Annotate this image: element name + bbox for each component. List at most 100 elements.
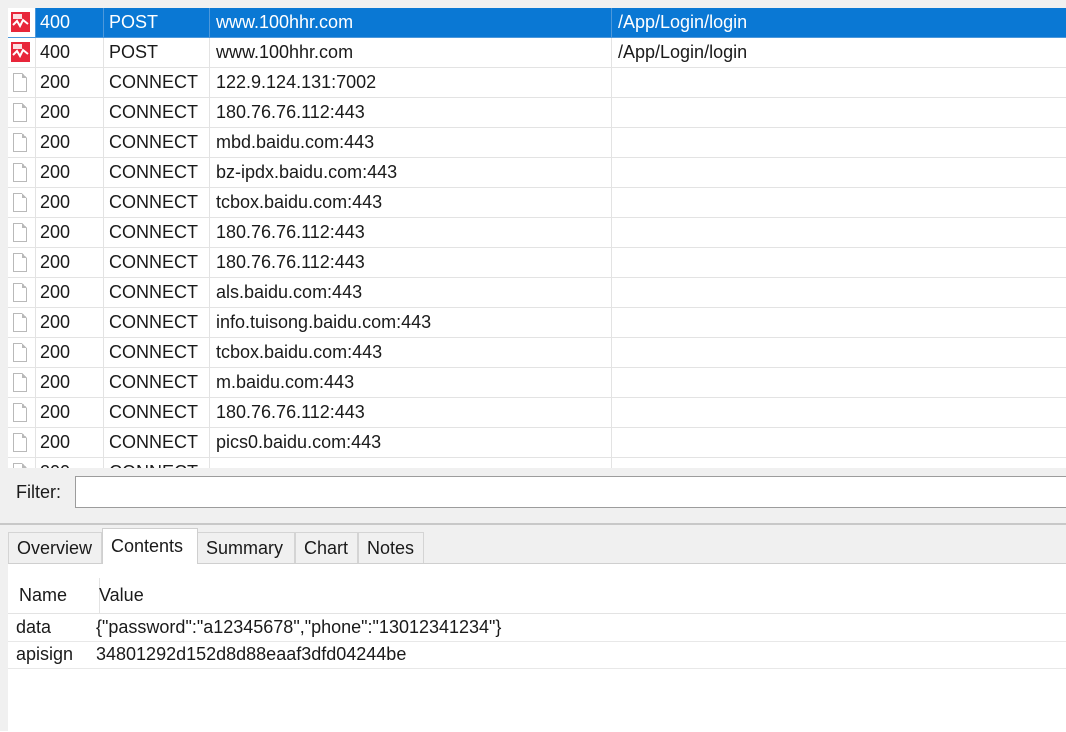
contents-grid-header: Name Value xyxy=(8,578,1066,614)
session-host: 180.76.76.112:443 xyxy=(210,248,612,278)
session-method: CONNECT xyxy=(104,458,210,468)
contents-row[interactable]: data {"password":"a12345678","phone":"130… xyxy=(8,614,1066,642)
document-icon xyxy=(13,73,27,92)
column-header-name[interactable]: Name xyxy=(8,578,100,613)
tab-chart[interactable]: Chart xyxy=(295,532,358,563)
session-url xyxy=(612,368,1066,398)
session-host: m.baidu.com:443 xyxy=(210,368,612,398)
session-host xyxy=(210,458,612,468)
session-method: CONNECT xyxy=(104,308,210,338)
sessions-table[interactable]: 400 POST www.100hhr.com/App/Login/login 400… xyxy=(8,8,1066,468)
session-method: CONNECT xyxy=(104,98,210,128)
session-row[interactable]: 400 POST www.100hhr.com/App/Login/login xyxy=(8,38,1066,68)
session-method: CONNECT xyxy=(104,248,210,278)
session-icon-cell xyxy=(8,98,36,128)
session-status: 200 xyxy=(36,158,104,188)
session-status: 200 xyxy=(36,368,104,398)
session-icon-cell xyxy=(8,368,36,398)
session-method: CONNECT xyxy=(104,338,210,368)
session-row-selected[interactable]: 400 POST www.100hhr.com/App/Login/login xyxy=(8,8,1066,38)
session-method: POST xyxy=(104,8,210,38)
session-host: pics0.baidu.com:443 xyxy=(210,428,612,458)
session-status: 200 xyxy=(36,428,104,458)
document-icon xyxy=(13,163,27,182)
session-row[interactable]: 200 CONNECT tcbox.baidu.com:443 xyxy=(8,188,1066,218)
session-url xyxy=(612,128,1066,158)
contents-row[interactable]: apisign 34801292d152d8d88eaaf3dfd04244be xyxy=(8,641,1066,669)
session-status: 200 xyxy=(36,248,104,278)
session-row[interactable]: 200 CONNECT als.baidu.com:443 xyxy=(8,278,1066,308)
document-icon xyxy=(13,133,27,152)
session-url: /App/Login/login xyxy=(612,8,1066,38)
session-icon-cell xyxy=(8,8,36,38)
session-url xyxy=(612,338,1066,368)
param-value: {"password":"a12345678","phone":"1301234… xyxy=(96,617,502,637)
session-host: mbd.baidu.com:443 xyxy=(210,128,612,158)
session-host: info.tuisong.baidu.com:443 xyxy=(210,308,612,338)
sessions-pane: 400 POST www.100hhr.com/App/Login/login 400… xyxy=(0,0,1066,523)
session-row[interactable]: 200 CONNECT m.baidu.com:443 xyxy=(8,368,1066,398)
session-status: 200 xyxy=(36,68,104,98)
filter-label: Filter: xyxy=(16,482,61,502)
error-icon xyxy=(11,12,30,32)
session-icon-cell xyxy=(8,158,36,188)
filter-input[interactable] xyxy=(75,476,1066,508)
session-url xyxy=(612,278,1066,308)
session-row[interactable]: 200CONNECT xyxy=(8,458,1066,468)
session-row[interactable]: 200 CONNECT tcbox.baidu.com:443 xyxy=(8,338,1066,368)
session-url xyxy=(612,308,1066,338)
document-icon xyxy=(13,313,27,332)
session-icon-cell xyxy=(8,278,36,308)
session-status: 200 xyxy=(36,398,104,428)
session-status: 400 xyxy=(36,8,104,38)
session-icon-cell xyxy=(8,428,36,458)
error-icon xyxy=(11,42,30,62)
session-row[interactable]: 200 CONNECT 180.76.76.112:443 xyxy=(8,218,1066,248)
session-status: 200 xyxy=(36,458,104,468)
column-header-value[interactable]: Value xyxy=(90,578,144,613)
session-row[interactable]: 200 CONNECT 180.76.76.112:443 xyxy=(8,248,1066,278)
session-row[interactable]: 200 CONNECT pics0.baidu.com:443 xyxy=(8,428,1066,458)
document-icon xyxy=(13,373,27,392)
session-row[interactable]: 200 CONNECT info.tuisong.baidu.com:443 xyxy=(8,308,1066,338)
session-method: CONNECT xyxy=(104,128,210,158)
document-icon xyxy=(13,343,27,362)
session-row[interactable]: 200 CONNECT 180.76.76.112:443 xyxy=(8,398,1066,428)
session-row[interactable]: 200 CONNECT mbd.baidu.com:443 xyxy=(8,128,1066,158)
session-method: CONNECT xyxy=(104,278,210,308)
tab-summary[interactable]: Summary xyxy=(197,532,295,563)
session-row[interactable]: 200 CONNECT bz-ipdx.baidu.com:443 xyxy=(8,158,1066,188)
tab-notes[interactable]: Notes xyxy=(358,532,424,563)
tab-contents[interactable]: Contents xyxy=(102,528,198,564)
session-status: 200 xyxy=(36,218,104,248)
session-row[interactable]: 200 CONNECT 122.9.124.131:7002 xyxy=(8,68,1066,98)
session-host: tcbox.baidu.com:443 xyxy=(210,338,612,368)
session-row[interactable]: 200 CONNECT 180.76.76.112:443 xyxy=(8,98,1066,128)
session-method: CONNECT xyxy=(104,428,210,458)
session-url xyxy=(612,218,1066,248)
session-status: 400 xyxy=(36,38,104,68)
document-icon xyxy=(13,283,27,302)
session-status: 200 xyxy=(36,128,104,158)
document-icon xyxy=(13,103,27,122)
session-host: 180.76.76.112:443 xyxy=(210,98,612,128)
param-name: apisign xyxy=(16,644,74,664)
session-icon-cell xyxy=(8,68,36,98)
document-icon xyxy=(13,433,27,452)
session-method: CONNECT xyxy=(104,188,210,218)
session-icon-cell xyxy=(8,248,36,278)
document-icon xyxy=(13,223,27,242)
session-method: CONNECT xyxy=(104,158,210,188)
document-icon xyxy=(13,463,27,468)
tab-overview[interactable]: Overview xyxy=(8,532,102,563)
contents-panel: Name Value data {"password":"a12345678","… xyxy=(8,563,1066,732)
session-url xyxy=(612,158,1066,188)
document-icon xyxy=(13,253,27,272)
session-host: als.baidu.com:443 xyxy=(210,278,612,308)
session-status: 200 xyxy=(36,338,104,368)
session-status: 200 xyxy=(36,188,104,218)
session-icon-cell xyxy=(8,38,36,68)
session-host: www.100hhr.com xyxy=(210,38,612,68)
session-url xyxy=(612,398,1066,428)
session-host: 180.76.76.112:443 xyxy=(210,218,612,248)
